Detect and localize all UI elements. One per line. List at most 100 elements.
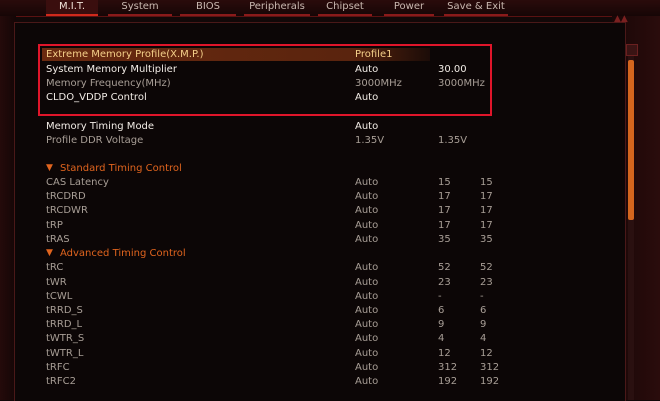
timing-row[interactable]: tWTR_S Auto 4 4 <box>0 332 612 345</box>
timing-value[interactable]: Auto <box>355 219 378 232</box>
timing-current-a: 52 <box>438 262 451 273</box>
timing-current-b: 192 <box>480 376 500 387</box>
tab-mit[interactable]: M.I.T. <box>46 0 98 16</box>
setting-row-multiplier[interactable]: System Memory Multiplier Auto 30.00 <box>0 63 612 76</box>
timing-current-b: 35 <box>480 234 493 245</box>
timing-current-b: 15 <box>480 177 493 188</box>
timing-value[interactable]: Auto <box>355 176 378 189</box>
setting-row-timing-mode[interactable]: Memory Timing Mode Auto <box>0 120 612 133</box>
timing-current-a: 23 <box>438 277 451 288</box>
setting-value[interactable]: Auto <box>355 63 378 76</box>
timing-value[interactable]: Auto <box>355 375 378 388</box>
setting-row-cldo-vddp[interactable]: CLDO_VDDP Control Auto <box>0 91 612 104</box>
timing-label: tRRD_S <box>46 305 83 316</box>
timing-row[interactable]: tRAS Auto 35 35 <box>0 233 612 246</box>
section-title: Standard Timing Control <box>60 163 182 174</box>
scroll-up-icon[interactable] <box>626 44 638 56</box>
timing-row[interactable]: tRRD_S Auto 6 6 <box>0 304 612 317</box>
setting-row-ddr-voltage: Profile DDR Voltage 1.35V 1.35V <box>0 134 612 147</box>
timing-label: tRCDRD <box>46 191 86 202</box>
timing-label: tWR <box>46 277 67 288</box>
timing-label: CAS Latency <box>46 177 109 188</box>
setting-value[interactable]: Auto <box>355 120 378 133</box>
setting-label: Profile DDR Voltage <box>46 135 144 146</box>
timing-label: tRFC2 <box>46 376 76 387</box>
section-advanced-timing[interactable]: ▼ Advanced Timing Control <box>0 247 612 260</box>
timing-current-a: 9 <box>438 319 445 330</box>
timing-current-a: 192 <box>438 376 458 387</box>
timing-row[interactable]: tCWL Auto - - <box>0 290 612 303</box>
timing-value[interactable]: Auto <box>355 347 378 360</box>
timing-value[interactable]: Auto <box>355 332 378 345</box>
timing-label: tRP <box>46 220 63 231</box>
section-standard-timing[interactable]: ▼ Standard Timing Control <box>0 162 612 175</box>
timing-value[interactable]: Auto <box>355 190 378 203</box>
timing-current-b: 6 <box>480 305 487 316</box>
tab-system[interactable]: System <box>108 0 172 16</box>
setting-row-xmp[interactable]: Extreme Memory Profile(X.M.P.) Profile1 <box>0 48 612 61</box>
tab-chipset[interactable]: Chipset <box>318 0 372 16</box>
timing-value[interactable]: Auto <box>355 361 378 374</box>
section-title: Advanced Timing Control <box>60 248 186 259</box>
timing-row[interactable]: CAS Latency Auto 15 15 <box>0 176 612 189</box>
scrollbar-thumb[interactable] <box>628 60 634 220</box>
timing-value[interactable]: Auto <box>355 233 378 246</box>
timing-current-b: 17 <box>480 205 493 216</box>
timing-label: tRRD_L <box>46 319 83 330</box>
setting-label: Memory Frequency(MHz) <box>46 78 171 89</box>
timing-label: tRFC <box>46 362 70 373</box>
tab-bios[interactable]: BIOS <box>180 0 236 16</box>
setting-label: System Memory Multiplier <box>46 64 177 75</box>
current-value: 1.35V <box>438 135 468 146</box>
setting-label: Extreme Memory Profile(X.M.P.) <box>46 49 204 60</box>
timing-row[interactable]: tRFC Auto 312 312 <box>0 361 612 374</box>
timing-current-a: 17 <box>438 220 451 231</box>
timing-row[interactable]: tRRD_L Auto 9 9 <box>0 318 612 331</box>
timing-label: tRC <box>46 262 64 273</box>
timing-label: tRAS <box>46 234 70 245</box>
current-value: 30.00 <box>438 64 467 75</box>
timing-current-a: 15 <box>438 177 451 188</box>
chevron-up-icon[interactable]: ▲▲ <box>614 14 634 28</box>
current-value: 3000MHz <box>438 78 485 89</box>
timing-current-b: 23 <box>480 277 493 288</box>
timing-value[interactable]: Auto <box>355 304 378 317</box>
timing-current-b: - <box>480 291 484 302</box>
timing-current-a: 35 <box>438 234 451 245</box>
setting-row-frequency: Memory Frequency(MHz) 3000MHz 3000MHz <box>0 77 612 90</box>
timing-current-a: 312 <box>438 362 458 373</box>
timing-current-a: 6 <box>438 305 445 316</box>
timing-value[interactable]: Auto <box>355 204 378 217</box>
timing-row[interactable]: tRFC2 Auto 192 192 <box>0 375 612 388</box>
timing-row[interactable]: tRCDWR Auto 17 17 <box>0 204 612 217</box>
setting-label: CLDO_VDDP Control <box>46 92 147 103</box>
timing-current-a: 17 <box>438 205 451 216</box>
tab-peripherals[interactable]: Peripherals <box>244 0 310 16</box>
timing-row[interactable]: tWTR_L Auto 12 12 <box>0 347 612 360</box>
setting-value: 3000MHz <box>355 78 402 89</box>
timing-current-b: 17 <box>480 191 493 202</box>
timing-current-b: 17 <box>480 220 493 231</box>
timing-label: tWTR_S <box>46 333 85 344</box>
tab-power[interactable]: Power <box>384 0 434 16</box>
triangle-down-icon: ▼ <box>46 163 53 173</box>
setting-value[interactable]: Auto <box>355 91 378 104</box>
tab-save-exit[interactable]: Save & Exit <box>444 0 508 16</box>
timing-value[interactable]: Auto <box>355 276 378 289</box>
timing-current-b: 9 <box>480 319 487 330</box>
timing-row[interactable]: tWR Auto 23 23 <box>0 276 612 289</box>
setting-value[interactable]: Profile1 <box>355 48 392 61</box>
timing-row[interactable]: tRP Auto 17 17 <box>0 219 612 232</box>
timing-value[interactable]: Auto <box>355 261 378 274</box>
timing-label: tCWL <box>46 291 73 302</box>
timing-row[interactable]: tRC Auto 52 52 <box>0 261 612 274</box>
setting-label: Memory Timing Mode <box>46 121 155 132</box>
setting-value: 1.35V <box>355 135 385 146</box>
timing-row[interactable]: tRCDRD Auto 17 17 <box>0 190 612 203</box>
timing-current-a: 12 <box>438 348 451 359</box>
timing-value[interactable]: Auto <box>355 318 378 331</box>
timing-current-a: - <box>438 291 442 302</box>
timing-value[interactable]: Auto <box>355 290 378 303</box>
timing-label: tRCDWR <box>46 205 88 216</box>
timing-current-b: 312 <box>480 362 500 373</box>
